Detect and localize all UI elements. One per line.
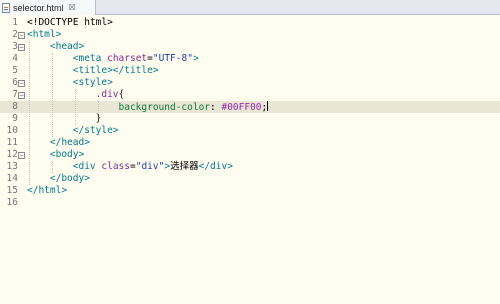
code-token: <div [72, 161, 96, 172]
code-line[interactable]: 1 <!DOCTYPE html> [0, 17, 500, 29]
indent-guide [51, 161, 53, 173]
code-line[interactable]: 15 </html> [0, 185, 500, 197]
code-token: charset [107, 53, 148, 64]
code-line[interactable]: 3− <head> [0, 41, 500, 53]
line-number: 4 [12, 53, 18, 64]
line-number: 14 [6, 173, 18, 184]
code-line[interactable]: 12− <body> [0, 149, 500, 161]
code-token: </body> [49, 173, 90, 184]
code-line[interactable]: 5 <title></title> [0, 65, 500, 77]
indent-guide [97, 101, 99, 113]
code-line[interactable]: 16 [0, 197, 500, 209]
code-text: <body> [27, 149, 84, 161]
code-token: } [95, 113, 102, 124]
code-token: </style> [72, 125, 119, 136]
code-token: : [210, 102, 222, 113]
code-token: 选择器 [170, 161, 199, 172]
code-token: .div [95, 89, 119, 100]
code-text: <style> [27, 77, 113, 89]
code-editor[interactable]: 1 <!DOCTYPE html> 2− <html> 3− <head> 4 <meta… [0, 15, 500, 304]
indent-guide [74, 89, 76, 125]
code-token: <title></title> [72, 65, 159, 76]
line-number: 12 [6, 149, 18, 160]
code-line[interactable]: 2− <html> [0, 29, 500, 41]
line-number: 5 [12, 65, 18, 76]
tab-selector-html[interactable]: selector.html ☒ [0, 0, 96, 15]
code-line[interactable]: 4 <meta charset="UTF-8"> [0, 53, 500, 65]
fold-toggle-icon[interactable]: − [18, 80, 25, 87]
code-token: <style> [72, 77, 113, 88]
code-token: <meta [72, 53, 102, 64]
line-number: 3 [12, 41, 18, 52]
code-line[interactable]: 10 </style> [0, 125, 500, 137]
line-number: 15 [6, 185, 18, 196]
line-number: 9 [12, 113, 18, 124]
code-token: class [101, 161, 130, 172]
code-token: "div" [135, 161, 165, 172]
code-token: { [118, 89, 125, 100]
line-number: 13 [6, 161, 18, 172]
tab-filename: selector.html [13, 2, 64, 13]
code-token: <body> [49, 149, 85, 160]
line-number: 16 [6, 197, 18, 208]
code-text: <div class="div">选择器</div> [27, 161, 233, 173]
line-number: 11 [6, 137, 18, 148]
line-number: 6 [12, 77, 18, 88]
line-number: 10 [6, 125, 18, 136]
code-line[interactable]: 11 </head> [0, 137, 500, 149]
code-text: } [27, 113, 102, 125]
html-file-icon [2, 2, 10, 13]
code-text: <html> [27, 29, 61, 41]
line-number: 2 [12, 29, 18, 40]
fold-toggle-icon[interactable]: − [18, 152, 25, 159]
line-number: 7 [12, 89, 18, 100]
code-line[interactable]: 13 <div class="div">选择器</div> [0, 161, 500, 173]
code-text: <title></title> [27, 65, 159, 77]
fold-toggle-icon[interactable]: − [18, 92, 25, 99]
code-token: </div> [198, 161, 233, 172]
fold-toggle-icon[interactable]: − [18, 44, 25, 51]
code-text: </html> [27, 185, 67, 197]
code-text: </style> [27, 125, 119, 137]
code-token: <head> [49, 41, 85, 52]
code-line[interactable]: 6− <style> [0, 77, 500, 89]
indent-guide [51, 53, 53, 137]
code-text: <!DOCTYPE html> [27, 17, 113, 29]
code-text: </head> [27, 137, 90, 149]
code-token: <!DOCTYPE html> [27, 17, 113, 28]
close-tab-icon[interactable]: ☒ [69, 3, 76, 12]
code-token: <html> [27, 29, 62, 40]
code-text: </body> [27, 173, 90, 185]
code-token: "UTF-8" [152, 53, 193, 64]
code-text: <head> [27, 41, 84, 53]
editor-tab-bar: selector.html ☒ [0, 0, 500, 15]
line-number: 1 [12, 17, 18, 28]
code-token: </head> [49, 137, 90, 148]
code-token: </html> [27, 185, 68, 196]
text-cursor [267, 101, 269, 111]
line-number: 8 [12, 101, 18, 112]
indent-guide [29, 41, 30, 185]
code-line[interactable]: 14 </body> [0, 173, 500, 185]
code-token: #00FF00 [221, 102, 262, 113]
code-token: > [192, 53, 199, 64]
fold-toggle-icon[interactable]: − [18, 32, 25, 39]
code-token: background-color [118, 102, 211, 113]
